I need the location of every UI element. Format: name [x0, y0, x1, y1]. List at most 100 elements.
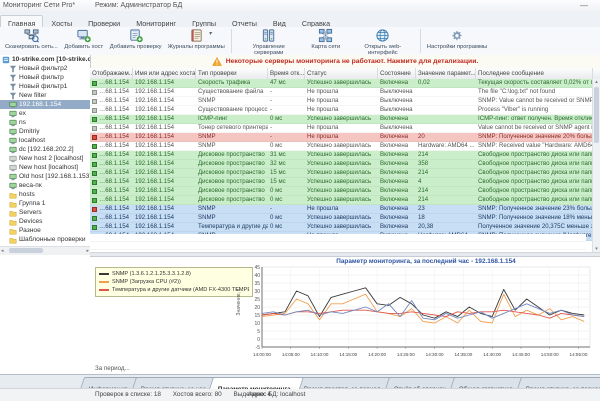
table-row[interactable]: 192.168.1.154192.168.1.154Дисковое прост… — [90, 151, 593, 160]
scan-network-icon — [24, 28, 39, 43]
table-row[interactable]: 192.168.1.154192.168.1.154Существование … — [90, 106, 593, 115]
tree-item-20[interactable]: Разное — [0, 226, 90, 235]
column-header-5[interactable]: Статус — [305, 68, 378, 79]
chevron-down-icon[interactable]: ▾ — [209, 30, 212, 37]
table-row[interactable]: 192.168.1.154192.168.1.154Дисковое прост… — [90, 178, 593, 187]
tree-item-12[interactable]: New host 2 [localhost] — [0, 154, 90, 163]
host-icon-green — [9, 101, 17, 109]
bottom-tab-3[interactable]: Параметр мониторинга — [210, 377, 305, 389]
tree-item-1[interactable]: 10-strike.com [10-strike.com] — [0, 55, 90, 64]
tree-item-7[interactable]: ex — [0, 109, 90, 118]
monitoring-servers-alert[interactable]: Некоторые серверы мониторинга не работаю… — [90, 55, 600, 69]
scan-network-button[interactable]: Сканировать сеть... — [2, 27, 61, 55]
scroll-right-icon[interactable]: ▸ — [86, 247, 89, 255]
table-row[interactable]: 192.168.1.154192.168.1.154SNMP0 мсУспешн… — [90, 214, 593, 223]
svg-text:25: 25 — [254, 297, 260, 303]
tree-item-8[interactable]: ns — [0, 118, 90, 127]
table-row[interactable]: 192.168.1.154192.168.1.154Тонер сетевого… — [90, 124, 593, 133]
table-row[interactable]: 192.168.1.154192.168.1.154Дисковое прост… — [90, 160, 593, 169]
cell-value: 20,38 — [416, 223, 476, 231]
tree-item-16[interactable]: hosts — [0, 190, 90, 199]
check-status-icon — [92, 144, 97, 149]
scroll-up-icon[interactable]: ▴ — [593, 79, 600, 85]
tree-item-label: Old host [192.168.1.153] — [19, 172, 90, 181]
status-bar: Проверок в списке: 18 Хостов всего: 80 В… — [0, 388, 600, 401]
table-row[interactable]: 192.168.1.154192.168.1.154ICMP-пинг0 мсУ… — [90, 115, 593, 124]
tree-item-4[interactable]: Новый фильтр1 — [0, 82, 90, 91]
cell-status: Успешно завершилась — [305, 115, 378, 123]
table-row[interactable]: 192.168.1.154192.168.1.154Температура и … — [90, 223, 593, 232]
column-header-7[interactable]: Значение парамет... — [416, 68, 476, 79]
web-interface-button[interactable]: Открыть web-интерфейс — [349, 27, 417, 55]
sidebar-horizontal-scrollbar[interactable]: ◂ ▸ — [0, 246, 90, 255]
table-row[interactable]: 192.168.1.154192.168.1.154SNMP-Не прошла… — [90, 97, 593, 106]
cell-display-name: 192.168.1.154 — [99, 196, 129, 204]
chart-panel: Параметр мониторинга, за последний час -… — [90, 256, 600, 376]
tree-item-10[interactable]: localhost — [0, 136, 90, 145]
cell-status: Не прошла — [305, 124, 378, 132]
program-logs-button[interactable]: ▾Журналы программы — [165, 27, 228, 55]
column-header-2[interactable]: Имя или адрес хоста — [133, 68, 196, 79]
add-host-button[interactable]: Добавить хост — [61, 27, 107, 55]
cell-check-type: Дисковое пространство — [196, 187, 268, 195]
tree-item-9[interactable]: Dmitriy — [0, 127, 90, 136]
cell-check-type: SNMP — [196, 133, 268, 141]
minimize-button[interactable]: — — [580, 1, 588, 10]
svg-text:-5: -5 — [256, 345, 261, 351]
cell-display-name: 192.168.1.154 — [99, 115, 129, 123]
table-row[interactable]: 192.168.1.154192.168.1.154Дисковое прост… — [90, 187, 593, 196]
table-row[interactable]: 192.168.1.154192.168.1.154Существование … — [90, 88, 593, 97]
tree-item-11[interactable]: dc [192.168.202.2] — [0, 145, 90, 154]
tree-item-6[interactable]: 192.168.1.154 — [0, 100, 90, 109]
column-header-4[interactable]: Время отк... — [268, 68, 305, 79]
check-status-icon — [92, 171, 97, 176]
tree-item-13[interactable]: New host [localhost] — [0, 163, 90, 172]
cell-status: Успешно завершилась — [305, 142, 378, 150]
cell-response-time: 15 мс — [268, 169, 305, 177]
tree-item-label: Новый фильтр2 — [19, 64, 67, 73]
cell-value: 20 — [416, 133, 476, 141]
check-status-icon — [92, 225, 97, 230]
title-bar: Мониторинг Сети Pro* Режим: Администрато… — [0, 0, 600, 14]
tree-item-14[interactable]: Old host [192.168.1.153] — [0, 172, 90, 181]
cell-host: 192.168.1.154 — [133, 133, 196, 141]
tree-item-2[interactable]: Новый фильтр2 — [0, 64, 90, 73]
tree-item-3[interactable]: Новый фильтр — [0, 73, 90, 82]
tree-item-17[interactable]: Группа 1 — [0, 199, 90, 208]
column-header-1[interactable]: Отображаем... — [90, 68, 133, 79]
svg-text:14:35:00: 14:35:00 — [454, 352, 472, 357]
cell-check-type: SNMP — [196, 214, 268, 222]
svg-text:14:40:00: 14:40:00 — [483, 352, 501, 357]
table-row[interactable]: 192.168.1.154192.168.1.154Дисковое прост… — [90, 169, 593, 178]
table-row[interactable]: 192.168.1.154192.168.1.154SNMP-Не прошла… — [90, 205, 593, 214]
scroll-left-icon[interactable]: ◂ — [1, 247, 4, 255]
tree-item-21[interactable]: Шаблонные проверки — [0, 235, 90, 244]
add-check-button[interactable]: Добавить проверку — [107, 27, 165, 55]
cell-last-message: ICMP-пинг: ответ получен. Время отклика:… — [476, 115, 593, 123]
network-map-button[interactable]: Карта сети — [303, 27, 349, 55]
tree-item-5[interactable]: New filter — [0, 91, 90, 100]
column-header-6[interactable]: Состояние — [378, 68, 416, 79]
cell-response-time: 31 мс — [268, 151, 305, 159]
table-vertical-scrollbar[interactable]: ▴ ▾ — [592, 79, 600, 252]
column-header-8[interactable]: Последнее сообщение — [476, 68, 593, 79]
tree-item-15[interactable]: веса-пк — [0, 181, 90, 190]
scrollbar-thumb[interactable] — [594, 87, 599, 143]
cell-response-time: - — [268, 205, 305, 213]
table-row[interactable]: 192.168.1.154192.168.1.154SNMP-Не прошла… — [90, 133, 593, 142]
map-icon — [318, 28, 333, 43]
settings-button[interactable]: Настройки программы — [424, 27, 490, 55]
period-link[interactable]: За период... — [95, 365, 130, 372]
legend-swatch — [99, 273, 109, 275]
table-row[interactable]: 192.168.1.154192.168.1.154Скорость трафи… — [90, 79, 593, 88]
table-row[interactable]: 192.168.1.154192.168.1.154Дисковое прост… — [90, 196, 593, 205]
monitoring-servers-button[interactable]: Управление серверами мониторинга — [235, 27, 303, 55]
cell-host: 192.168.1.154 — [133, 106, 196, 114]
root-icon — [2, 56, 10, 64]
column-header-3[interactable]: Тип проверки — [196, 68, 268, 79]
window-title: Мониторинг Сети Pro* — [3, 2, 75, 9]
scrollbar-thumb[interactable] — [9, 248, 43, 253]
tree-item-18[interactable]: Servers — [0, 208, 90, 217]
tree-item-19[interactable]: Devices — [0, 217, 90, 226]
table-row[interactable]: 192.168.1.154192.168.1.154SNMP0 мсУспешн… — [90, 142, 593, 151]
